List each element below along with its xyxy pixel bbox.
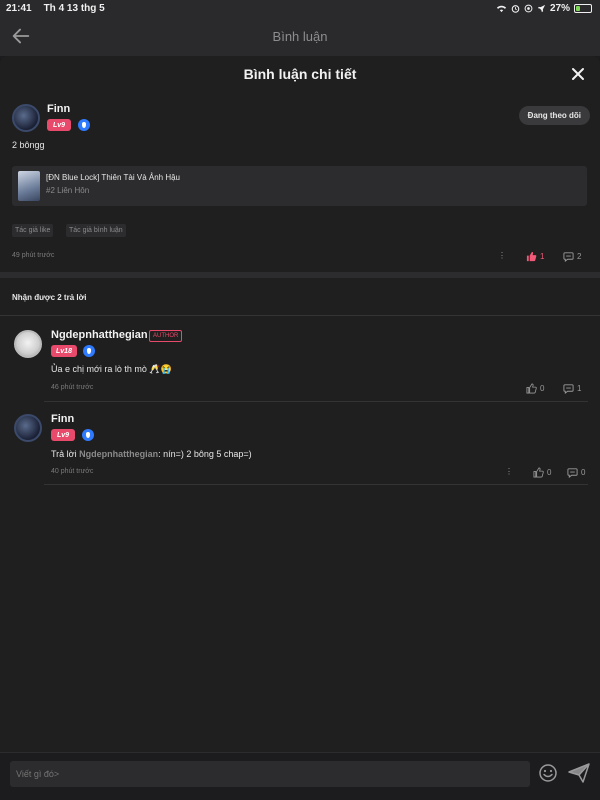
app-bar: Bình luận xyxy=(0,16,600,56)
comment-username[interactable]: Finn xyxy=(47,103,70,115)
send-icon[interactable] xyxy=(568,763,590,783)
comment-icon xyxy=(567,468,578,478)
comment-timestamp: 49 phút trước xyxy=(12,252,55,259)
comment-detail-sheet: Bình luận chi tiết Finn Lv9 Đang theo dõ… xyxy=(0,56,600,800)
reply-timestamp: 46 phút trước xyxy=(51,384,94,391)
reply-to-username[interactable]: Ngdepnhatthegian xyxy=(79,449,158,459)
emoji-icon[interactable] xyxy=(538,763,558,783)
follow-button[interactable]: Đang theo dõi xyxy=(518,106,590,125)
reply-timestamp: 40 phút trước xyxy=(51,468,94,475)
reply-body: : nín=) 2 bông 5 chap=) xyxy=(158,449,252,459)
reply-count: 0 xyxy=(581,468,586,477)
story-chapter: #2 Liên Hôn xyxy=(46,186,90,195)
verified-icon xyxy=(82,429,94,441)
divider xyxy=(44,484,588,485)
app-bar-title: Bình luận xyxy=(272,28,328,44)
verified-icon xyxy=(83,345,95,357)
comment-icon xyxy=(563,384,574,394)
comment-input[interactable] xyxy=(10,761,530,787)
verified-icon xyxy=(78,119,90,131)
replies-heading: Nhận được 2 trả lời xyxy=(12,293,87,302)
comment-text: 2 bôngg xyxy=(12,140,45,150)
level-badge: Lv9 xyxy=(47,119,71,131)
status-time: 21:41 xyxy=(6,2,32,14)
comment-input-bar xyxy=(0,752,600,800)
more-options-icon[interactable]: ⋮ xyxy=(505,467,513,477)
like-button[interactable]: 1 xyxy=(526,251,544,262)
reply-button[interactable]: 2 xyxy=(563,251,581,262)
thumbs-up-filled-icon xyxy=(526,251,537,262)
like-count: 0 xyxy=(540,384,545,393)
reply-username[interactable]: Finn xyxy=(51,413,74,425)
story-title: [ĐN Blue Lock] Thiên Tài Và Ảnh Hậu xyxy=(46,173,180,182)
alarm-icon xyxy=(511,4,520,13)
reply-text: Ủa e chị mới ra lò th mò 🥂😭 xyxy=(51,364,172,374)
thumbs-up-icon xyxy=(533,467,544,478)
avatar[interactable] xyxy=(14,414,42,442)
wifi-icon xyxy=(496,5,507,12)
author-badge: AUTHOR xyxy=(149,330,183,342)
like-button[interactable]: 0 xyxy=(533,467,551,478)
level-badge: Lv18 xyxy=(51,345,77,357)
section-divider xyxy=(0,272,600,278)
reply-username[interactable]: Ngdepnhatthegian xyxy=(51,329,148,341)
avatar[interactable] xyxy=(14,330,42,358)
sheet-header: Bình luận chi tiết xyxy=(0,56,600,92)
status-bar: 21:41 Th 4 13 thg 5 27% xyxy=(0,0,600,16)
battery-fill xyxy=(576,5,580,11)
reply-count: 2 xyxy=(577,252,582,261)
story-card[interactable]: [ĐN Blue Lock] Thiên Tài Và Ảnh Hậu #2 L… xyxy=(12,166,587,206)
level-badge: Lv9 xyxy=(51,429,75,441)
thumbs-up-icon xyxy=(526,383,537,394)
avatar[interactable] xyxy=(12,104,40,132)
close-icon[interactable] xyxy=(570,66,586,82)
reply-count: 1 xyxy=(577,384,582,393)
status-icons: 27% xyxy=(496,3,592,14)
location-icon xyxy=(524,4,533,12)
reply-button[interactable]: 0 xyxy=(567,467,585,478)
divider xyxy=(0,315,600,316)
like-count: 1 xyxy=(540,252,545,261)
comment-icon xyxy=(563,252,574,262)
reply-button[interactable]: 1 xyxy=(563,383,581,394)
sheet-title: Bình luận chi tiết xyxy=(243,66,357,82)
arrow-left-icon[interactable] xyxy=(10,25,32,47)
more-options-icon[interactable]: ⋮ xyxy=(498,251,506,261)
battery-icon xyxy=(574,3,592,13)
tag-author-commented: Tác giả bình luận xyxy=(66,224,126,237)
rocket-icon xyxy=(537,4,546,12)
reply-prefix: Trả lời xyxy=(51,449,80,459)
like-button[interactable]: 0 xyxy=(526,383,544,394)
like-count: 0 xyxy=(547,468,552,477)
battery-percent: 27% xyxy=(549,2,570,14)
reply-text: Trả lời Ngdepnhatthegian: nín=) 2 bông 5… xyxy=(51,449,252,459)
story-cover-image xyxy=(18,171,40,201)
status-date: Th 4 13 thg 5 xyxy=(43,2,105,14)
divider xyxy=(44,401,588,402)
tag-author-liked: Tác giả like xyxy=(12,224,54,237)
